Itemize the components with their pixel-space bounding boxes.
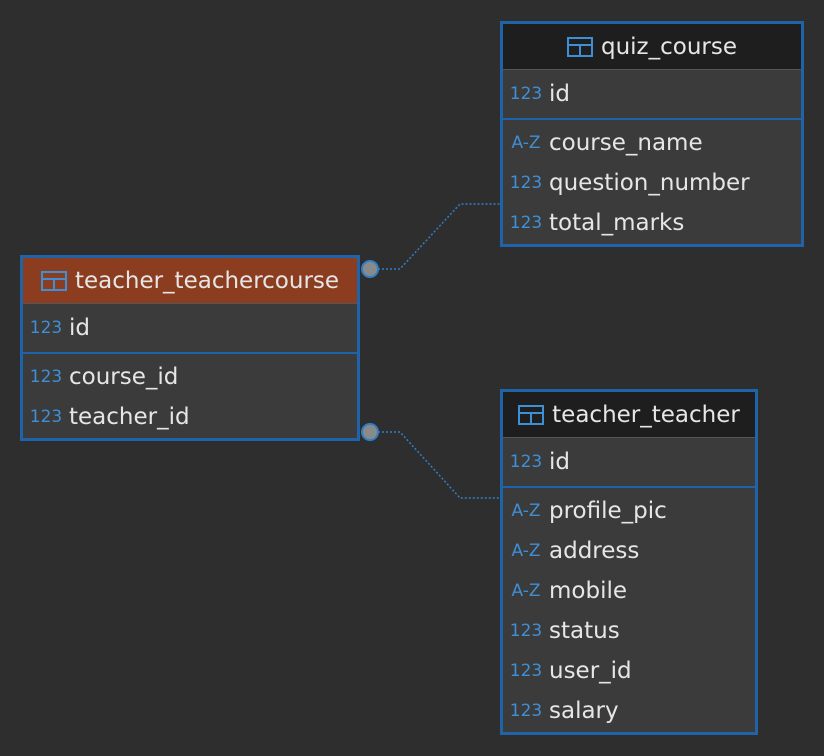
table-name: teacher_teacher (552, 401, 740, 428)
column-row[interactable]: A-Z course_name (503, 123, 801, 163)
column-row[interactable]: 123 id (503, 438, 570, 486)
text-type-icon: A-Z (511, 581, 541, 601)
numeric-type-icon: 123 (509, 173, 543, 193)
table-name: teacher_teachercourse (74, 267, 340, 294)
text-type-icon: A-Z (511, 501, 541, 521)
column-name: id (549, 449, 570, 475)
column-name: teacher_id (69, 404, 190, 430)
text-type-icon: A-Z (511, 541, 541, 561)
column-name: salary (549, 698, 619, 724)
column-row[interactable]: 123 salary (503, 691, 755, 731)
column-name: course_id (69, 364, 179, 390)
numeric-type-icon: 123 (29, 407, 63, 427)
numeric-type-icon: 123 (29, 318, 63, 338)
table-grid-icon (566, 36, 593, 57)
column-row[interactable]: 123 teacher_id (23, 397, 357, 437)
column-row[interactable]: A-Z mobile (503, 571, 755, 611)
column-name: user_id (549, 658, 632, 684)
numeric-type-icon: 123 (29, 367, 63, 387)
column-name: total_marks (549, 210, 685, 236)
column-name: address (549, 538, 640, 564)
column-name: id (69, 315, 90, 341)
numeric-type-icon: 123 (509, 661, 543, 681)
column-name: mobile (549, 578, 628, 604)
table-header[interactable]: teacher_teacher (503, 392, 755, 438)
table-header[interactable]: teacher_teachercourse (23, 258, 357, 304)
column-name: id (549, 81, 570, 107)
relation-line-course[interactable] (370, 203, 502, 270)
text-type-icon: A-Z (511, 133, 541, 153)
numeric-type-icon: 123 (509, 213, 543, 233)
numeric-type-icon: 123 (509, 701, 543, 721)
column-row[interactable]: 123 course_id (23, 357, 357, 397)
column-name: course_name (549, 130, 703, 156)
numeric-type-icon: 123 (509, 84, 543, 104)
relation-line-teacher[interactable] (370, 431, 502, 499)
column-row[interactable]: 123 total_marks (503, 203, 801, 243)
relation-endpoint-course[interactable] (361, 260, 379, 278)
table-quiz-course[interactable]: quiz_course 123 id A-Z course_name 123 q… (500, 21, 804, 247)
table-name: quiz_course (600, 33, 738, 60)
column-name: question_number (549, 170, 750, 196)
numeric-type-icon: 123 (509, 452, 543, 472)
column-row[interactable]: A-Z address (503, 531, 755, 571)
column-row[interactable]: 123 question_number (503, 163, 801, 203)
column-row[interactable]: A-Z profile_pic (503, 491, 755, 531)
column-row[interactable]: 123 user_id (503, 651, 755, 691)
column-name: profile_pic (549, 498, 667, 524)
relation-endpoint-teacher[interactable] (361, 423, 379, 441)
er-diagram-canvas: teacher_teachercourse 123 id 123 course_… (0, 0, 824, 756)
column-row[interactable]: 123 id (503, 70, 570, 118)
table-grid-icon (518, 404, 545, 425)
table-teacher-teacher[interactable]: teacher_teacher 123 id A-Z profile_pic A… (500, 389, 758, 735)
table-header[interactable]: quiz_course (503, 24, 801, 70)
column-row[interactable]: 123 status (503, 611, 755, 651)
table-grid-icon (40, 270, 67, 291)
table-teacher-teachercourse[interactable]: teacher_teachercourse 123 id 123 course_… (20, 255, 360, 441)
numeric-type-icon: 123 (509, 621, 543, 641)
column-row[interactable]: 123 id (23, 304, 90, 352)
column-name: status (549, 618, 620, 644)
